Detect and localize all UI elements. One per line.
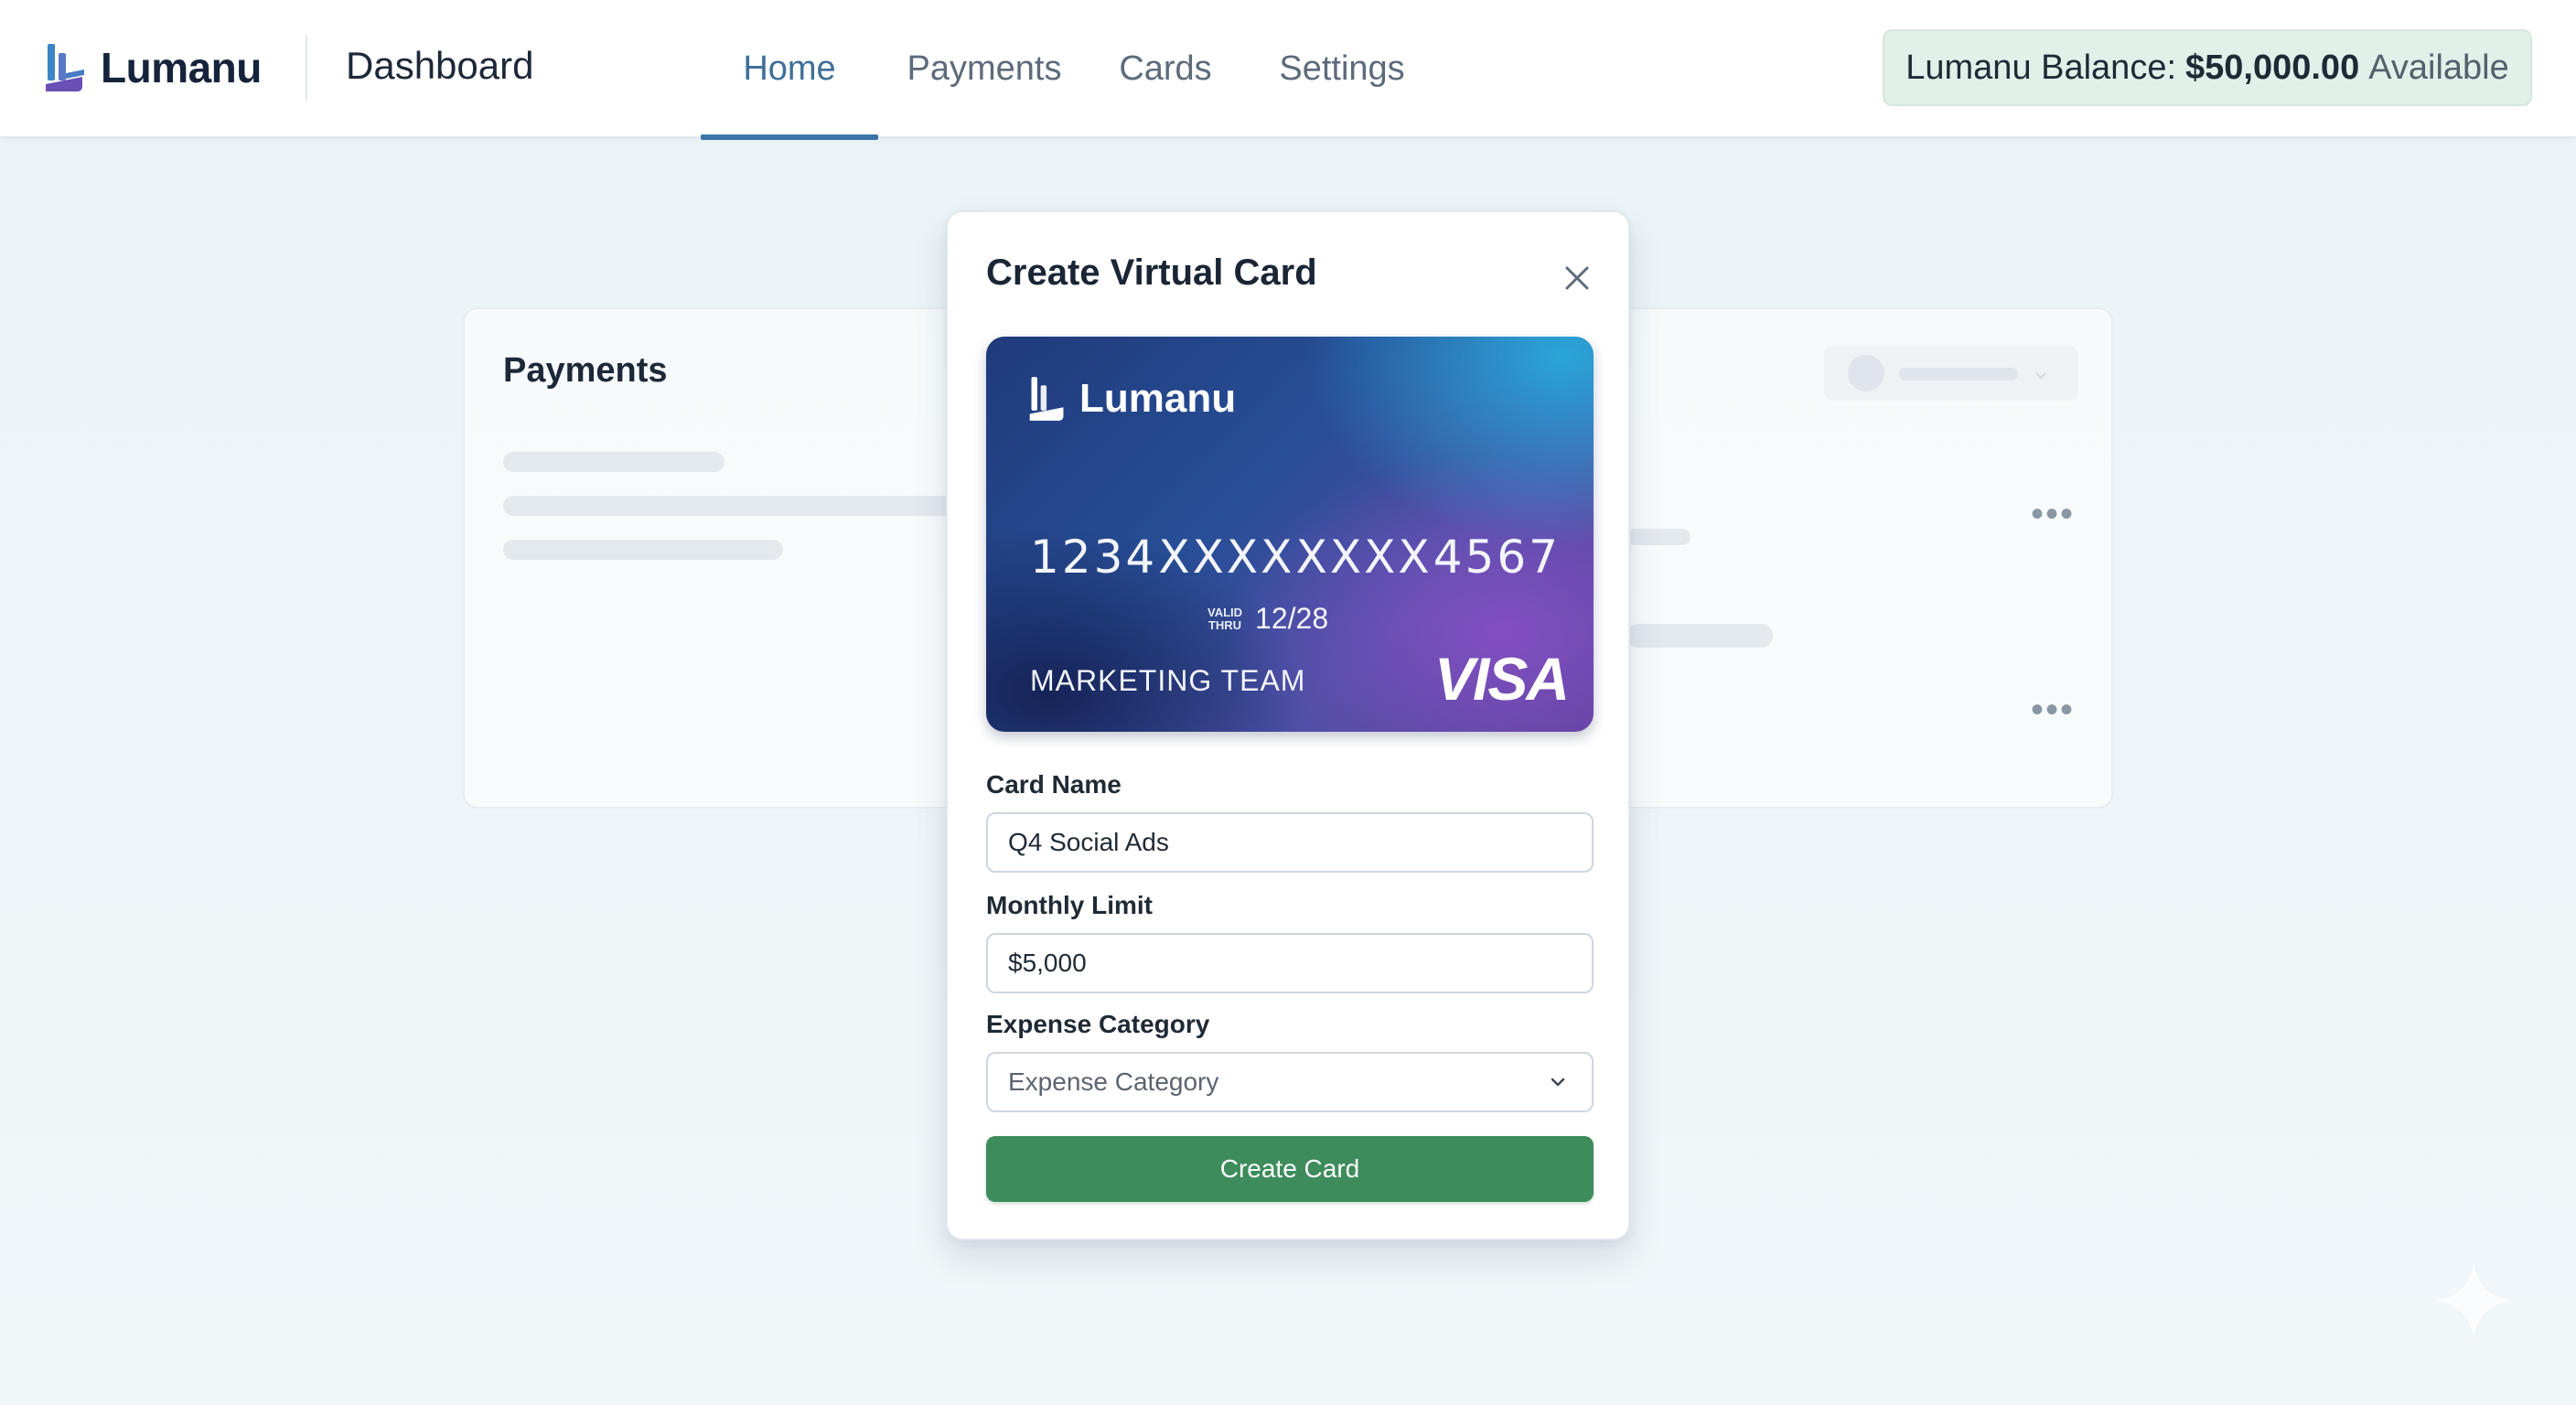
expense-category-select[interactable]: Expense Category xyxy=(986,1052,1594,1112)
create-card-button[interactable]: Create Card xyxy=(986,1136,1594,1202)
tab-home[interactable]: Home xyxy=(701,0,878,140)
header-divider xyxy=(306,35,307,101)
skeleton-line xyxy=(1626,624,1773,648)
expiry-date: 12/28 xyxy=(1255,602,1329,635)
thru-label-line: THRU xyxy=(1208,617,1242,632)
card-name-value: Q4 Social Ads xyxy=(1008,828,1169,856)
card-number-group: XXXX xyxy=(1158,531,1295,584)
chevron-down-icon: ⌄ xyxy=(2031,357,2051,384)
balance-suffix: Available xyxy=(2368,48,2509,87)
top-navigation-bar: Lumanu Dashboard Home Payments Cards Set… xyxy=(0,0,2576,140)
chevron-down-icon xyxy=(1551,1078,1565,1087)
valid-thru-label: VALID THRU xyxy=(1208,606,1242,632)
payments-panel-title: Payments xyxy=(503,351,668,390)
visa-logo: VISA xyxy=(1434,645,1570,713)
modal-title: Create Virtual Card xyxy=(986,252,1317,293)
tab-cards-label: Cards xyxy=(1119,49,1212,88)
tab-home-label: Home xyxy=(743,49,836,88)
monthly-limit-input[interactable]: $5,000 xyxy=(986,933,1594,993)
card-number: 1234 XXXX XXXX 4567 xyxy=(1030,531,1561,584)
skeleton-line xyxy=(1899,368,2018,381)
close-icon xyxy=(1565,266,1589,290)
tab-settings[interactable]: Settings xyxy=(1240,0,1444,138)
lumanu-logo-icon xyxy=(1029,377,1064,421)
skeleton-line xyxy=(1626,529,1690,545)
lumanu-logo-icon xyxy=(46,44,84,91)
page-title: Dashboard xyxy=(346,44,534,87)
balance-amount: $50,000.00 xyxy=(2185,48,2360,87)
balance-badge: Lumanu Balance: $50,000.00 Available xyxy=(1883,29,2532,106)
valid-label-line: VALID xyxy=(1208,605,1243,619)
expense-category-label: Expense Category xyxy=(986,1010,1210,1038)
monthly-limit-value: $5,000 xyxy=(1008,949,1087,977)
avatar xyxy=(1848,355,1884,391)
card-brand-name: Lumanu xyxy=(1079,376,1237,421)
more-options-icon[interactable]: ••• xyxy=(2031,496,2075,532)
expense-category-placeholder: Expense Category xyxy=(1008,1067,1219,1096)
more-options-icon[interactable]: ••• xyxy=(2031,692,2075,728)
create-virtual-card-modal: Create Virtual Card Lumanu 1234 XXXX XXX… xyxy=(946,210,1630,1240)
tab-cards[interactable]: Cards xyxy=(1090,0,1240,138)
brand-name: Lumanu xyxy=(101,44,262,91)
brand-logo-link[interactable]: Lumanu xyxy=(42,40,262,95)
card-name-label: Card Name xyxy=(986,770,1122,799)
skeleton-line xyxy=(503,540,783,560)
tab-payments-label: Payments xyxy=(907,49,1062,88)
skeleton-line xyxy=(503,496,979,516)
card-holder-name: MARKETING TEAM xyxy=(1030,664,1306,697)
card-expiry: VALID THRU 12/28 xyxy=(1208,602,1328,636)
tab-payments[interactable]: Payments xyxy=(878,0,1090,138)
main-nav: Home Payments Cards Settings xyxy=(701,0,1444,140)
card-brand: Lumanu xyxy=(1026,373,1236,424)
filter-dropdown[interactable]: ⌄ xyxy=(1824,346,2078,401)
tab-settings-label: Settings xyxy=(1279,49,1405,88)
card-number-group: 1234 xyxy=(1030,531,1158,584)
sparkle-icon xyxy=(2433,1260,2514,1341)
card-number-group: XXXX xyxy=(1295,531,1433,584)
balance-prefix: Lumanu Balance: xyxy=(1905,48,2177,87)
monthly-limit-label: Monthly Limit xyxy=(986,891,1153,919)
create-card-label: Create Card xyxy=(1219,1154,1360,1183)
card-number-group: 4567 xyxy=(1433,531,1561,584)
close-button[interactable] xyxy=(1551,252,1603,304)
virtual-card-preview: Lumanu 1234 XXXX XXXX 4567 VALID THRU 12… xyxy=(986,337,1594,732)
card-name-input[interactable]: Q4 Social Ads xyxy=(986,812,1594,873)
skeleton-line xyxy=(503,452,724,472)
